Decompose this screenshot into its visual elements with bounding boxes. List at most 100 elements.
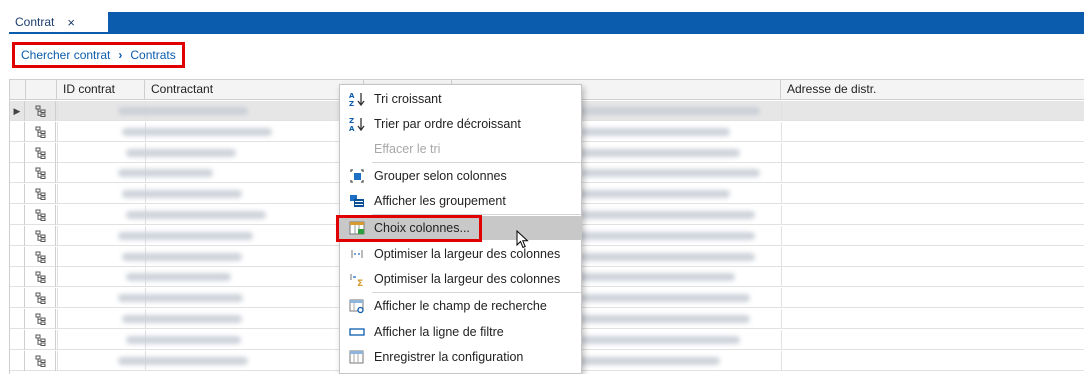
row-indicator [10, 288, 25, 309]
row-indicator [10, 121, 25, 142]
show-grouping-icon [347, 193, 367, 209]
svg-text:Z: Z [349, 100, 354, 107]
column-header-contractant[interactable]: Contractant [145, 80, 364, 100]
annotation-highlight-box [336, 215, 482, 242]
chevron-right-icon: › [118, 48, 123, 62]
menu-item-tri-croissant[interactable]: AZ Tri croissant [340, 87, 581, 111]
row-indicator [10, 309, 25, 329]
menu-item-label: Afficher le champ de recherche [374, 299, 547, 313]
svg-text:Z: Z [349, 117, 354, 125]
redacted-contractant [118, 169, 213, 178]
tab-bar: Contrat × [0, 0, 1084, 33]
menu-item-afficher-ligne-filtre[interactable]: Afficher la ligne de filtre [340, 320, 581, 344]
redacted-contractant [122, 252, 242, 261]
hierarchy-icon[interactable] [26, 288, 56, 309]
tab-underline [9, 32, 1084, 34]
menu-separator [372, 162, 581, 163]
redacted-contractant [122, 127, 272, 136]
menu-separator [372, 292, 581, 293]
hierarchy-icon[interactable] [26, 329, 56, 350]
redacted-address [580, 294, 750, 303]
breadcrumb-item-chercher-contrat[interactable]: Chercher contrat [21, 48, 110, 62]
sort-ascending-icon: AZ [347, 91, 367, 107]
redacted-address [570, 190, 730, 199]
row-indicator [10, 350, 25, 371]
column-header-adresse-de-distr[interactable]: Adresse de distr. [781, 80, 1084, 100]
redacted-contractant [126, 273, 231, 282]
menu-item-optimiser-largeur-toutes-colonnes[interactable]: Σ Optimiser la largeur des colonnes [340, 267, 581, 291]
breadcrumb-item-contrats[interactable]: Contrats [130, 48, 175, 62]
menu-item-enregistrer-configuration[interactable]: Enregistrer la configuration [340, 345, 581, 369]
search-panel-icon [347, 298, 367, 314]
redacted-address [570, 356, 720, 365]
hierarchy-icon[interactable] [26, 163, 56, 184]
menu-item-label: Optimiser la largeur des colonnes [374, 272, 561, 286]
best-fit-all-icon: Σ [347, 271, 367, 287]
menu-item-afficher-les-groupement[interactable]: Afficher les groupement [340, 189, 581, 213]
filter-row-icon [347, 324, 367, 340]
menu-item-label: Afficher les groupement [374, 194, 506, 208]
best-fit-icon [347, 246, 367, 262]
redacted-contractant [126, 335, 241, 344]
row-indicator [10, 142, 25, 163]
row-indicator [10, 225, 25, 246]
hierarchy-icon[interactable] [26, 142, 56, 163]
redacted-address [580, 127, 730, 136]
hierarchy-icon[interactable] [26, 225, 56, 246]
row-indicator [10, 246, 25, 267]
tab-strip-band [108, 12, 1084, 32]
redacted-address [570, 315, 750, 323]
svg-text:A: A [349, 92, 355, 100]
close-icon[interactable]: × [67, 16, 75, 29]
svg-text:A: A [349, 125, 355, 132]
row-indicator [10, 184, 25, 205]
menu-item-label: Effacer le tri [374, 142, 441, 156]
redacted-contractant [122, 190, 242, 199]
redacted-contractant [126, 148, 236, 157]
save-layout-icon [347, 349, 367, 365]
menu-item-grouper-selon-colonnes[interactable]: Grouper selon colonnes [340, 164, 581, 188]
menu-item-label: Afficher la ligne de filtre [374, 325, 504, 339]
hierarchy-icon[interactable] [26, 246, 56, 267]
row-indicator [10, 205, 25, 225]
redacted-address [580, 211, 755, 219]
tab-label: Contrat [15, 15, 55, 29]
row-indicator: ▶ [10, 101, 25, 121]
menu-item-afficher-champ-recherche[interactable]: Afficher le champ de recherche [340, 294, 581, 318]
sort-descending-icon: ZA [347, 116, 367, 132]
svg-text:Σ: Σ [357, 279, 363, 287]
row-indicator [10, 267, 25, 288]
row-indicator [10, 163, 25, 184]
hierarchy-icon[interactable] [26, 267, 56, 288]
menu-item-effacer-le-tri[interactable]: Effacer le tri [340, 137, 581, 161]
mouse-cursor-icon [516, 229, 530, 253]
redacted-contractant [122, 315, 242, 323]
hierarchy-icon[interactable] [26, 184, 56, 205]
menu-item-label: Enregistrer la configuration [374, 350, 524, 364]
hierarchy-icon[interactable] [26, 101, 56, 121]
redacted-address [580, 169, 760, 178]
redacted-contractant [118, 231, 253, 240]
menu-item-label: Trier par ordre décroissant [374, 117, 521, 131]
redacted-contractant [126, 211, 266, 219]
breadcrumb: Chercher contrat › Contrats [12, 42, 185, 68]
group-columns-icon [347, 168, 367, 184]
redacted-address [580, 335, 740, 344]
redacted-contractant [118, 107, 248, 115]
menu-item-label: Optimiser la largeur des colonnes [374, 247, 561, 261]
hierarchy-icon[interactable] [26, 350, 56, 371]
row-indicator [10, 329, 25, 350]
redacted-contractant [118, 294, 243, 303]
menu-item-trier-decroissant[interactable]: ZA Trier par ordre décroissant [340, 112, 581, 136]
header-icon-cell [26, 80, 57, 100]
tab-contrat[interactable]: Contrat × [9, 12, 108, 32]
redacted-address [570, 148, 740, 157]
menu-item-optimiser-largeur-colonne[interactable]: Optimiser la largeur des colonnes [340, 242, 581, 266]
redacted-address [570, 231, 755, 240]
column-header-id-contrat[interactable]: ID contrat [57, 80, 145, 100]
hierarchy-icon[interactable] [26, 121, 56, 142]
hierarchy-icon[interactable] [26, 205, 56, 225]
redacted-address [570, 273, 735, 282]
redacted-contractant [118, 356, 248, 365]
hierarchy-icon[interactable] [26, 309, 56, 329]
